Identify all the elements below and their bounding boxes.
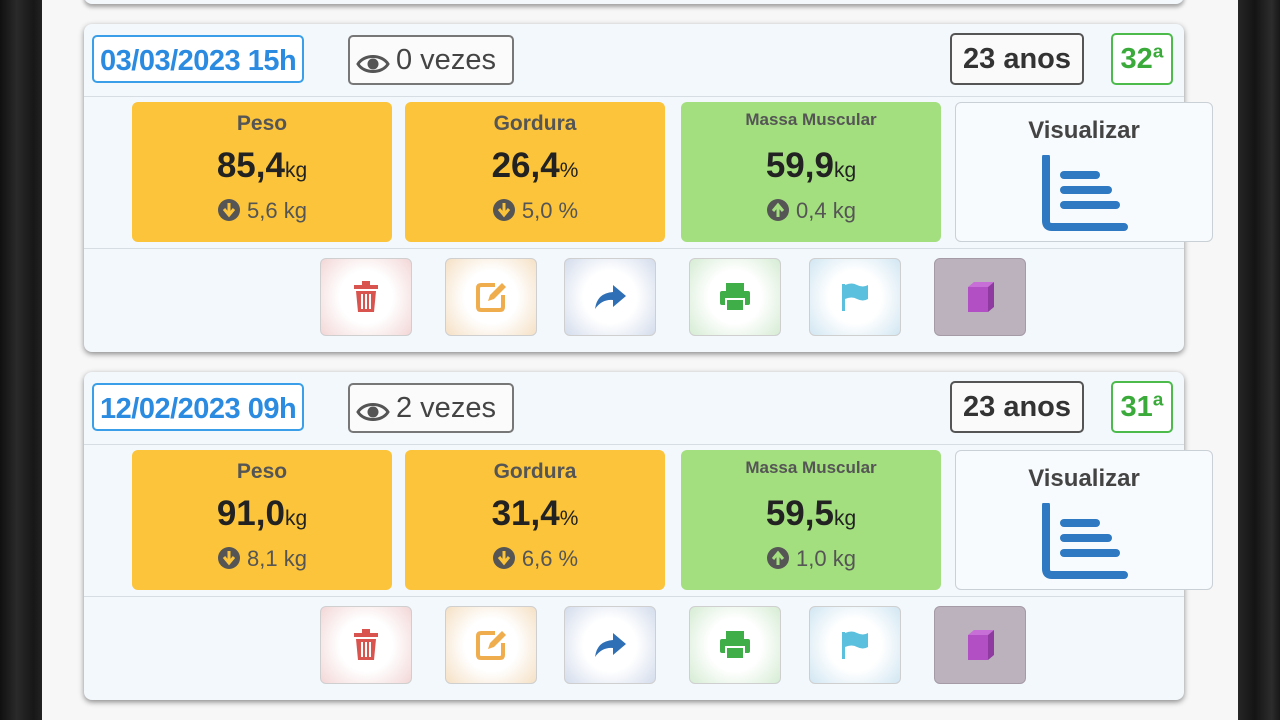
edit-button[interactable] [445,606,537,684]
age-badge: 23 anos [950,33,1084,85]
edit-button[interactable] [445,258,537,336]
divider [84,248,1184,249]
bar-chart-icon [1040,501,1128,586]
flag-button[interactable] [809,258,901,336]
fat-label: Gordura [493,460,577,483]
views-badge: 0 vezes [348,35,514,85]
arrow-up-circle-icon [766,198,790,228]
background-left [0,0,42,720]
assessment-card: 12/02/2023 09h 2 vezes 23 anos 31ª Peso … [84,372,1213,700]
book-button[interactable] [934,606,1026,684]
delete-button[interactable] [320,606,412,684]
date-badge: 12/02/2023 09h [92,383,305,431]
ordinal-badge: 32ª [1111,33,1173,85]
fat-card[interactable]: Gordura 26,4% 5,0 % [405,102,665,242]
weight-label: Peso [236,112,288,135]
card-header: 12/02/2023 09h 2 vezes 23 anos 31ª [84,372,1184,444]
delete-button[interactable] [320,258,412,336]
views-count: 0 vezes [396,44,496,76]
muscle-value: 59,9kg [765,146,857,185]
age-badge: 23 anos [950,381,1084,433]
arrow-down-circle-icon [492,546,516,576]
muscle-delta: 0,4 kg [681,198,941,228]
fat-label: Gordura [493,112,577,135]
views-count: 2 vezes [396,392,496,424]
muscle-value: 59,5kg [765,494,857,533]
fat-delta: 5,0 % [405,198,665,228]
muscle-label: Massa Muscular [745,110,877,129]
weight-card[interactable]: Peso 91,0kg 8,1 kg [132,450,392,590]
ordinal-badge: 31ª [1111,381,1173,433]
muscle-delta: 1,0 kg [681,546,941,576]
fat-card[interactable]: Gordura 31,4% 6,6 % [405,450,665,590]
fat-delta: 6,6 % [405,546,665,576]
bar-chart-icon [1040,153,1128,238]
fat-value: 26,4% [491,146,579,185]
print-button[interactable] [689,258,781,336]
arrow-down-circle-icon [217,198,241,228]
assessment-list: 03/03/2023 15h 0 vezes 23 anos 32ª Peso … [42,0,1238,720]
divider [84,596,1184,597]
background-right [1238,0,1280,720]
weight-value: 85,4kg [216,146,308,185]
book-button[interactable] [934,258,1026,336]
views-badge: 2 vezes [348,383,514,433]
share-button[interactable] [564,258,656,336]
action-bar [84,258,1184,338]
visualize-label: Visualizar [1028,465,1140,492]
muscle-label: Massa Muscular [745,458,877,477]
weight-label: Peso [236,460,288,483]
assessment-card: 03/03/2023 15h 0 vezes 23 anos 32ª Peso … [84,24,1213,352]
divider [84,96,1184,97]
arrow-down-circle-icon [217,546,241,576]
previous-card-edge [84,0,1184,4]
muscle-card[interactable]: Massa Muscular 59,5kg 1,0 kg [681,450,941,590]
eye-icon [356,45,390,91]
divider [84,444,1184,445]
action-bar [84,606,1184,686]
visualize-label: Visualizar [1028,117,1140,144]
flag-button[interactable] [809,606,901,684]
weight-card[interactable]: Peso 85,4kg 5,6 kg [132,102,392,242]
card-header: 03/03/2023 15h 0 vezes 23 anos 32ª [84,24,1184,96]
visualize-button[interactable]: Visualizar [955,450,1213,590]
weight-delta: 5,6 kg [132,198,392,228]
print-button[interactable] [689,606,781,684]
weight-value: 91,0kg [216,494,308,533]
eye-icon [356,393,390,439]
muscle-card[interactable]: Massa Muscular 59,9kg 0,4 kg [681,102,941,242]
visualize-button[interactable]: Visualizar [955,102,1213,242]
weight-delta: 8,1 kg [132,546,392,576]
share-button[interactable] [564,606,656,684]
arrow-down-circle-icon [492,198,516,228]
date-badge: 03/03/2023 15h [92,35,305,83]
fat-value: 31,4% [491,494,579,533]
arrow-up-circle-icon [766,546,790,576]
